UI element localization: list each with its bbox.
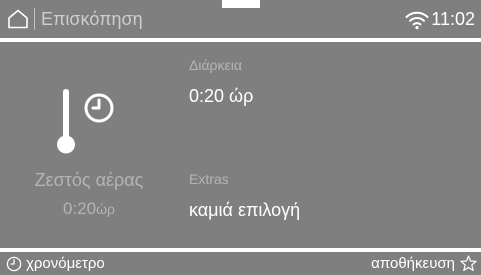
top-notch [222, 0, 260, 8]
home-icon[interactable] [7, 9, 29, 29]
clock-icon [6, 256, 22, 271]
bottom-bar: χρονόμετρο αποθήκευση [0, 252, 481, 275]
timer-button[interactable]: χρονόμετρο [0, 252, 105, 275]
timer-label: χρονόμετρο [26, 255, 105, 272]
thermometer-clock-icon [57, 89, 114, 154]
oven-display: Επισκόπηση 11:02 Ζεστός αέρας 0:20ώρ Διά… [0, 0, 481, 275]
duration-value[interactable]: 0:20 ώρ [189, 84, 253, 108]
save-label: αποθήκευση [371, 255, 455, 272]
program-time-unit: ώρ [96, 201, 115, 217]
program-overview-panel: Ζεστός αέρας 0:20ώρ Διάρκεια 0:20 ώρ Ext… [0, 42, 481, 248]
title-separator [34, 8, 35, 30]
extras-label: Extras [189, 171, 229, 187]
clock-time: 11:02 [431, 9, 475, 29]
extras-value[interactable]: καμιά επιλογή [189, 198, 300, 222]
program-time: 0:20ώρ [0, 198, 178, 220]
duration-label: Διάρκεια [189, 57, 242, 73]
page-title: Επισκόπηση [41, 9, 143, 29]
program-name: Ζεστός αέρας [34, 170, 144, 190]
top-bar: Επισκόπηση 11:02 [0, 0, 481, 38]
star-icon [460, 255, 477, 271]
program-time-value: 0:20 [63, 199, 97, 218]
wifi-icon [405, 11, 429, 30]
save-button[interactable]: αποθήκευση [371, 252, 477, 275]
